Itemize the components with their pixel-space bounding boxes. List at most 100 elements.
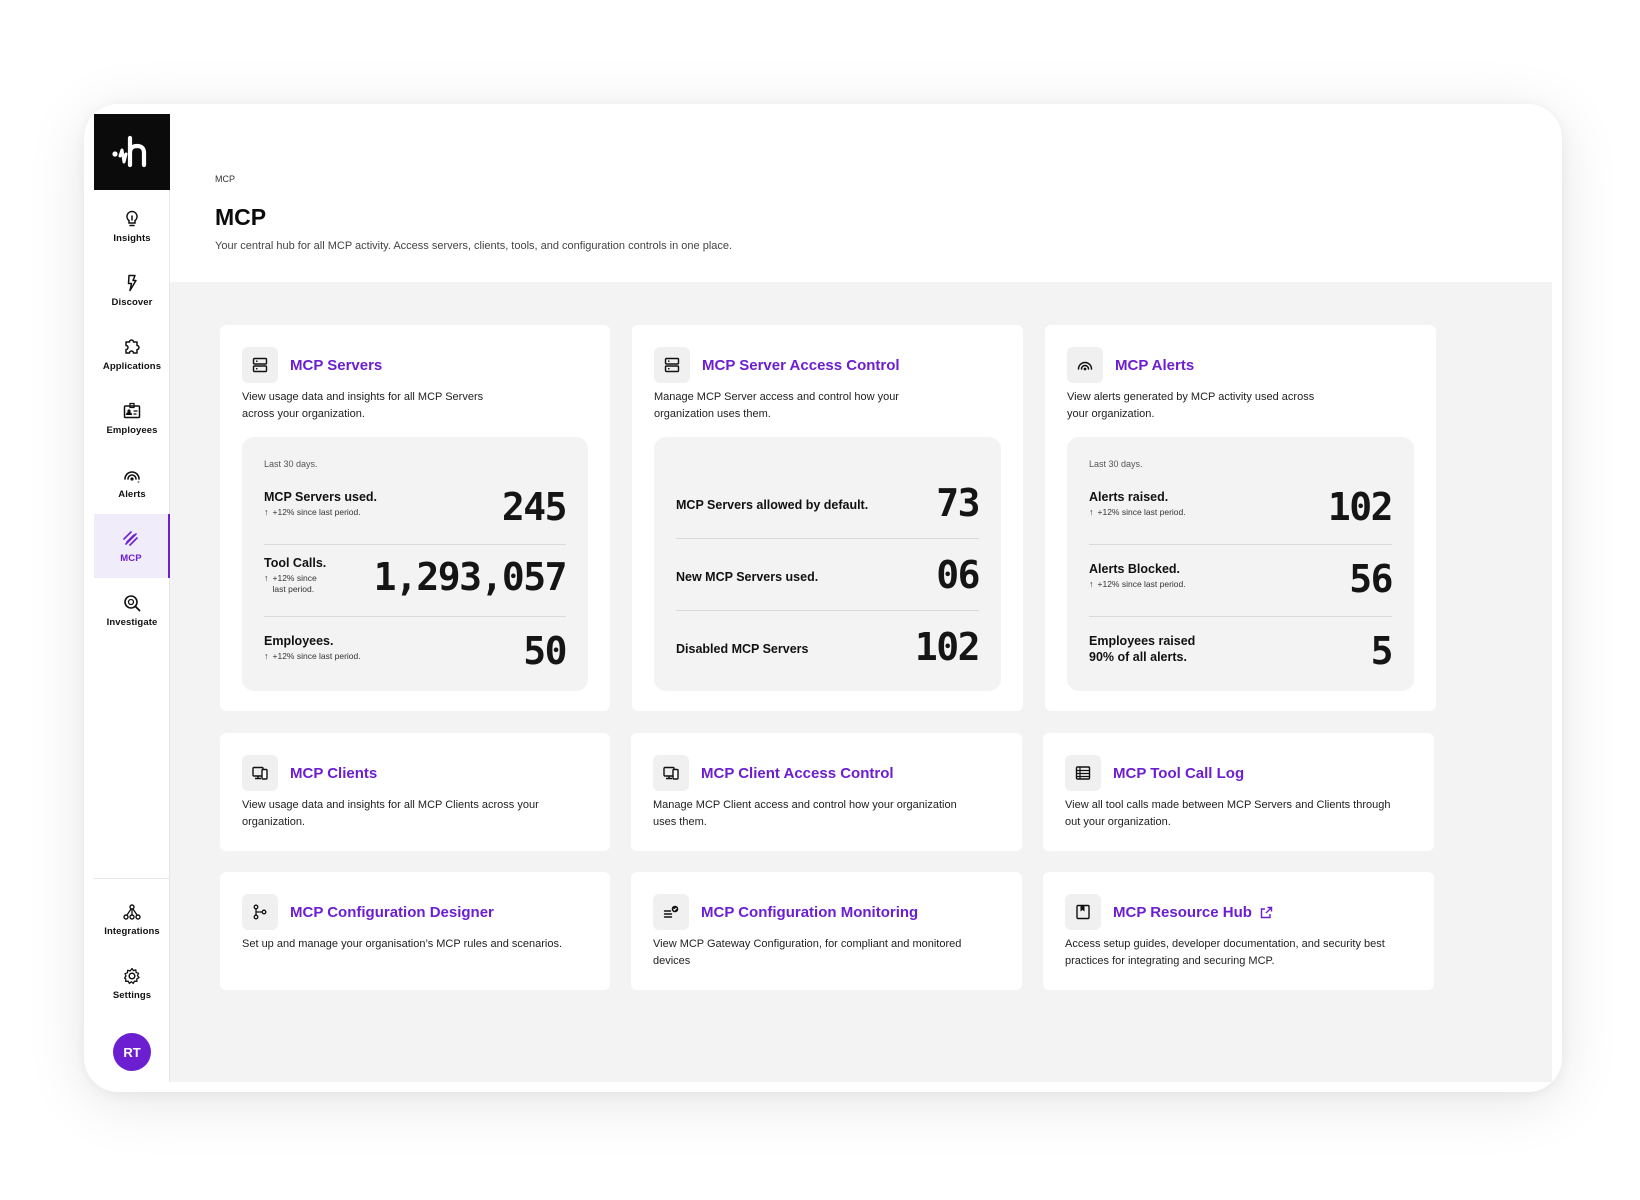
stat-row: Alerts raised. ↑ +12% since last period. … bbox=[1089, 473, 1394, 545]
card-title[interactable]: MCP Servers bbox=[290, 357, 382, 374]
description-line: Set up and manage your organisation’s MC… bbox=[242, 938, 563, 950]
list-check-icon bbox=[653, 894, 689, 930]
signal-icon bbox=[124, 470, 140, 482]
stat-label: Employees raised 90% of all alerts. bbox=[1089, 633, 1195, 665]
arrow-up-icon: ↑ bbox=[264, 651, 269, 661]
card-description: Access setup guides, developer documenta… bbox=[1065, 936, 1385, 970]
breadcrumb[interactable]: MCP bbox=[215, 174, 235, 184]
card-title[interactable]: MCP Resource Hub bbox=[1113, 904, 1273, 921]
card-title[interactable]: MCP Client Access Control bbox=[701, 765, 894, 782]
page-title: MCP bbox=[215, 204, 267, 230]
card-description: View usage data and insights for all MCP… bbox=[242, 797, 539, 831]
description-line: View all tool calls made between MCP Ser… bbox=[1065, 799, 1391, 811]
sidebar: Insights Discover Applications Employees… bbox=[94, 114, 170, 1082]
sidebar-item-label: Discover bbox=[111, 296, 153, 308]
stats-panel: MCP Servers allowed by default. 73 New M… bbox=[654, 437, 1001, 691]
stat-label: Alerts raised. bbox=[1089, 490, 1169, 504]
card-mcp-client-access-control[interactable]: MCP Client Access Control Manage MCP Cli… bbox=[631, 733, 1022, 851]
flow-icon bbox=[242, 894, 278, 930]
stat-row: MCP Servers used. ↑ +12% since last perio… bbox=[264, 473, 568, 545]
sidebar-item-insights[interactable]: Insights bbox=[94, 194, 170, 258]
stat-row: Disabled MCP Servers 102 bbox=[676, 611, 981, 683]
card-title[interactable]: MCP Configuration Monitoring bbox=[701, 904, 918, 921]
logo-mark-icon bbox=[112, 135, 147, 168]
stat-trend: ↑ +12% since last period. bbox=[264, 651, 361, 662]
network-icon bbox=[123, 903, 141, 920]
card-mcp-configuration-designer[interactable]: MCP Configuration Designer Set up and ma… bbox=[220, 872, 610, 990]
stat-trend-text: +12% since last period. bbox=[272, 651, 361, 661]
description-line: your organization. bbox=[1067, 408, 1155, 420]
devices-lock-icon bbox=[653, 755, 689, 791]
card-mcp-clients[interactable]: MCP Clients View usage data and insights… bbox=[220, 733, 610, 851]
sidebar-item-label: Settings bbox=[112, 989, 152, 1001]
description-line: organization uses them. bbox=[654, 408, 771, 420]
sidebar-item-settings[interactable]: Settings bbox=[94, 951, 170, 1015]
stat-trend: ↑ +12% since last period. bbox=[1089, 507, 1186, 518]
card-mcp-servers[interactable]: MCP Servers View usage data and insights… bbox=[220, 325, 610, 711]
mcp-icon bbox=[123, 530, 138, 546]
card-mcp-tool-call-log[interactable]: MCP Tool Call Log View all tool calls ma… bbox=[1043, 733, 1434, 851]
gear-icon bbox=[123, 967, 140, 984]
sidebar-item-applications[interactable]: Applications bbox=[94, 322, 170, 386]
sidebar-item-alerts[interactable]: Alerts bbox=[94, 450, 170, 514]
description-line: uses them. bbox=[653, 816, 707, 828]
card-header: MCP Servers bbox=[242, 347, 382, 383]
stats-period: Last 30 days. bbox=[264, 459, 318, 469]
stat-value: 1,293,057 bbox=[373, 555, 568, 599]
stat-label: Tool Calls. bbox=[264, 556, 327, 570]
card-description: View alerts generated by MCP activity us… bbox=[1067, 389, 1314, 423]
server-lock-icon bbox=[654, 347, 690, 383]
stats-panel: Last 30 days. MCP Servers used. ↑ +12% si… bbox=[242, 437, 588, 691]
stat-value: 73 bbox=[936, 481, 980, 525]
card-mcp-alerts[interactable]: MCP Alerts View alerts generated by MCP … bbox=[1045, 325, 1436, 711]
sidebar-item-discover[interactable]: Discover bbox=[94, 258, 170, 322]
sidebar-item-label: Insights bbox=[113, 232, 151, 244]
stat-value: 50 bbox=[523, 629, 567, 673]
sidebar-item-integrations[interactable]: Integrations bbox=[94, 887, 170, 951]
card-title[interactable]: MCP Clients bbox=[290, 765, 377, 782]
card-title[interactable]: MCP Server Access Control bbox=[702, 357, 900, 374]
stat-value: 06 bbox=[936, 553, 980, 597]
card-description: View all tool calls made between MCP Ser… bbox=[1065, 797, 1390, 831]
user-avatar[interactable]: RT bbox=[113, 1033, 151, 1071]
magnifier-icon bbox=[124, 594, 141, 611]
description-line: across your organization. bbox=[242, 408, 365, 420]
stat-value: 56 bbox=[1349, 557, 1393, 601]
stats-period: Last 30 days. bbox=[1089, 459, 1143, 469]
card-header: MCP Configuration Designer bbox=[242, 894, 494, 930]
card-header: MCP Client Access Control bbox=[653, 755, 894, 791]
stat-row: New MCP Servers used. 06 bbox=[676, 539, 980, 611]
sidebar-item-label: Integrations bbox=[104, 925, 160, 937]
arrow-up-icon: ↑ bbox=[1089, 579, 1094, 589]
app-window: Insights Discover Applications Employees… bbox=[84, 104, 1562, 1092]
external-link-icon bbox=[1260, 906, 1273, 918]
card-description: Set up and manage your organisation’s MC… bbox=[242, 936, 562, 953]
stat-label-line: Employees raised bbox=[1089, 634, 1196, 648]
card-header: MCP Alerts bbox=[1067, 347, 1194, 383]
sidebar-item-investigate[interactable]: Investigate bbox=[94, 578, 170, 642]
card-mcp-configuration-monitoring[interactable]: MCP Configuration Monitoring View MCP Ga… bbox=[631, 872, 1022, 990]
trend-line: +12% since bbox=[272, 573, 317, 583]
card-header: MCP Configuration Monitoring bbox=[653, 894, 918, 930]
description-line: out your organization. bbox=[1065, 816, 1171, 828]
sidebar-item-mcp[interactable]: MCP bbox=[94, 514, 170, 578]
card-mcp-server-access-control[interactable]: MCP Server Access Control Manage MCP Ser… bbox=[632, 325, 1023, 711]
main-content: MCP Servers View usage data and insights… bbox=[170, 282, 1552, 1082]
page-subtitle: Your central hub for all MCP activity. A… bbox=[215, 240, 733, 252]
card-description: Manage MCP Server access and control how… bbox=[654, 389, 899, 423]
card-title[interactable]: MCP Tool Call Log bbox=[1113, 765, 1244, 782]
stat-trend-text: +12% since last period. bbox=[273, 573, 317, 595]
card-description: View usage data and insights for all MCP… bbox=[242, 389, 483, 423]
stat-trend: ↑ +12% since last period. bbox=[1089, 579, 1186, 590]
card-mcp-resource-hub[interactable]: MCP Resource Hub Access setup guides, de… bbox=[1043, 872, 1434, 990]
stat-row: MCP Servers allowed by default. 73 bbox=[676, 467, 980, 539]
brand-logo[interactable] bbox=[94, 114, 170, 190]
lightbulb-icon bbox=[126, 210, 138, 226]
card-description: View MCP Gateway Configuration, for comp… bbox=[653, 936, 961, 970]
card-title[interactable]: MCP Alerts bbox=[1115, 357, 1194, 374]
stat-label: Alerts Blocked. bbox=[1089, 562, 1181, 576]
card-title[interactable]: MCP Configuration Designer bbox=[290, 904, 494, 921]
sidebar-item-employees[interactable]: Employees bbox=[94, 386, 170, 450]
stat-label: New MCP Servers used. bbox=[676, 570, 819, 584]
arrow-up-icon: ↑ bbox=[264, 507, 269, 517]
